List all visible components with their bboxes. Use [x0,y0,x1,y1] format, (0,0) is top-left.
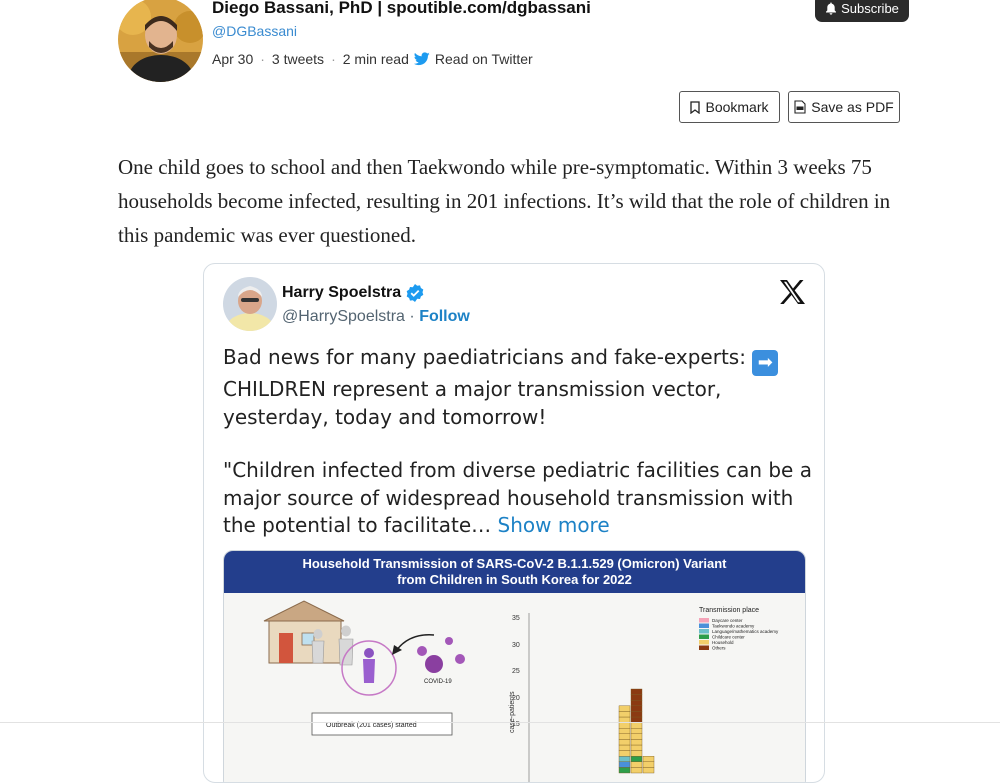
tweet-body: Bad news for many paediatricians and fak… [223,344,813,540]
show-more-link[interactable]: Show more [498,513,610,537]
handle-separator: · [409,308,415,325]
twitter-bird-icon [413,52,430,66]
y-tick-25: 25 [512,668,520,675]
read-on-twitter-label: Read on Twitter [434,51,533,67]
bar-cell [618,727,631,734]
tweet-author-name: Harry Spoelstra [282,284,402,301]
tweet-paragraph-1: Bad news for many paediatricians and fak… [223,344,813,431]
bar-cell [630,711,643,718]
right-arrow-emoji-icon: ➡ [752,350,779,376]
tweet-author-avatar[interactable] [223,277,277,331]
bar-cell [642,761,655,768]
bar-cell [630,688,643,695]
read-time: 2 min read [342,51,409,67]
bar-cell [618,739,631,746]
bar-cell [618,761,631,768]
x-logo-icon[interactable] [779,280,805,309]
bar-cell [630,699,643,706]
y-tick-35: 35 [512,615,520,622]
bar-cell [618,767,631,774]
bar-cell [630,727,643,734]
pdf-file-icon [794,100,806,114]
legend-title: Transmission place [699,607,759,614]
bookmark-icon [690,100,701,114]
infographic-illustration: COVID-19 Outbreak (201 cases) started 35… [224,593,805,782]
bookmark-label: Bookmark [705,99,769,115]
thread-meta: Apr 30 · 3 tweets · 2 min read Read on T… [212,51,533,67]
media-title-line1: Household Transmission of SARS-CoV-2 B.1… [302,556,727,571]
bookmark-button[interactable]: Bookmark [679,91,780,123]
legend-label: Language/mathematics academy [712,629,779,634]
tweet-count: 3 tweets [271,51,325,67]
tweet-text-1a: Bad news for many paediatricians and fak… [223,345,746,369]
legend-swatch [699,645,709,650]
author-name[interactable]: Diego Bassani, PhD | spoutible.com/dgbas… [212,0,591,18]
legend-swatch [699,634,709,639]
legend-swatch [699,618,709,623]
bar-cell [630,750,643,757]
bar-cell [618,755,631,762]
tweet-text-1b: CHILDREN represent a major transmission … [223,377,722,429]
subscribe-label: Subscribe [841,0,899,16]
meta-separator: · [260,51,265,67]
bell-icon [826,1,837,15]
y-tick-30: 30 [512,642,520,649]
bar-cell [630,722,643,729]
media-title: Household Transmission of SARS-CoV-2 B.1… [224,551,805,593]
read-on-twitter-link[interactable]: Read on Twitter [413,51,533,67]
legend-swatch [699,629,709,634]
author-avatar[interactable] [118,0,203,82]
tweet-author-handle[interactable]: @HarrySpoelstra [282,308,405,325]
legend-swatch [699,640,709,645]
tweet-media-image[interactable]: Household Transmission of SARS-CoV-2 B.1… [223,550,806,782]
bar-cell [630,694,643,701]
bar-cell [618,744,631,751]
bar-cell [642,767,655,774]
bar-cell [618,705,631,712]
bar-cell [630,733,643,740]
bar-cell [630,705,643,712]
meta-separator: · [331,51,336,67]
author-handle[interactable]: @DGBassani [212,23,297,39]
bar-cell [642,755,655,762]
save-as-pdf-button[interactable]: Save as PDF [788,91,900,123]
bar-cell [618,733,631,740]
bar-cell [618,750,631,757]
media-illustration: COVID-19 Outbreak (201 cases) started 35… [224,593,805,782]
legend-label: Household [712,640,734,645]
covid-label: COVID-19 [424,679,452,685]
post-date: Apr 30 [212,51,254,67]
verified-badge-icon [406,284,424,302]
save-as-pdf-label: Save as PDF [811,99,894,115]
legend-label: Others [712,646,726,651]
outbreak-label: Outbreak (201 cases) started [326,722,417,729]
media-title-line2: from Children in South Korea for 2022 [397,572,632,587]
tweet-author-name-row[interactable]: Harry Spoelstra [282,284,424,302]
legend-label: Daycare center [712,618,743,623]
tweet-paragraph-2: "Children infected from diverse pediatri… [223,457,813,540]
tweet-handle-row: @HarrySpoelstra · Follow [282,308,470,326]
page-divider [0,722,1000,723]
follow-link[interactable]: Follow [419,308,470,325]
bar-cell [630,761,643,768]
y-axis-label: case-patients [509,691,516,733]
bar-cell [618,722,631,729]
bar-cell [630,767,643,774]
bar-cell [618,711,631,718]
legend-label: Taekwondo academy [712,624,755,629]
thread-post-text: One child goes to school and then Taekwo… [118,155,891,247]
embedded-tweet-card[interactable]: Harry Spoelstra @HarrySpoelstra · Follow… [203,263,825,783]
bar-cell [630,744,643,751]
bar-cell [630,755,643,762]
subscribe-button[interactable]: Subscribe [815,0,909,22]
bar-cell [630,739,643,746]
legend-label: Childcare center [712,635,745,640]
legend-swatch [699,623,709,628]
